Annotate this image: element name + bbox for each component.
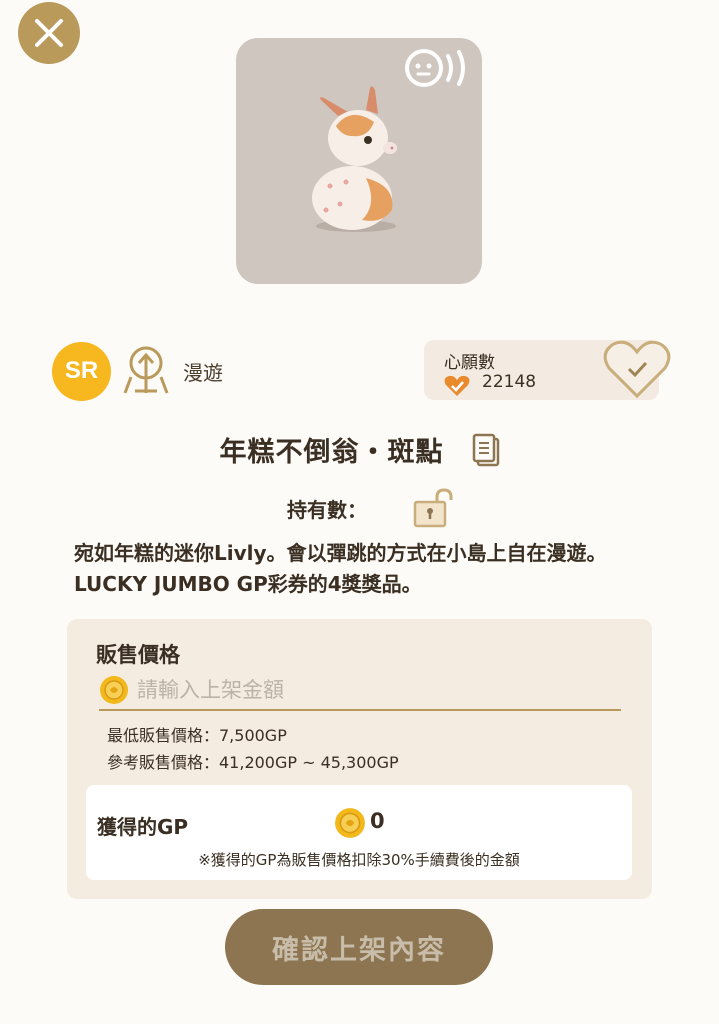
unlock-icon[interactable] [413,488,453,528]
close-icon [35,19,63,47]
price-input[interactable] [135,677,609,703]
confirm-listing-button[interactable]: 確認上架內容 [225,909,493,985]
pet-image-card [236,38,482,284]
min-price-text: 最低販售價格：7,500GP [107,726,287,745]
gp-coin-icon [100,676,128,704]
heart-icon [444,375,470,396]
gp-coin-icon [335,808,365,838]
wishlist-title: 心願數 [444,353,495,373]
copy-icon[interactable] [472,433,500,467]
pet-name-row: 年糕不倒翁・斑點 [0,430,719,469]
close-button[interactable] [18,2,80,64]
roam-icon [123,346,169,394]
wishlist-count: 22148 [482,372,537,392]
sale-price-title: 販售價格 [96,643,180,667]
pet-figure-image [312,86,397,232]
pet-meta-row: SR 漫遊 [52,341,223,401]
pet-name: 年糕不倒翁・斑點 [219,437,444,468]
sale-panel: 販售價格 最低販售價格：7,500GP 參考販售價格：41,200GP ~ 45… [67,619,652,899]
fee-note: ※獲得的GP為販售價格扣除30%手續費後的金額 [198,851,520,869]
behavior-label: 漫遊 [183,360,223,385]
earned-gp-label: 獲得的GP [97,815,189,839]
owned-count-label: 持有數： [287,497,367,522]
earned-gp-box: 獲得的GP 0 ※獲得的GP為販售價格扣除30%手續費後的金額 [86,785,632,880]
voice-sound-icon[interactable] [404,46,474,90]
earned-gp-value: 0 [370,809,385,833]
rarity-badge: SR [52,341,111,401]
heart-check-icon[interactable] [602,338,672,400]
owned-count-row: 持有數： [287,488,453,528]
reference-price-text: 參考販售價格：41,200GP ~ 45,300GP [107,753,399,772]
pet-description: 宛如年糕的迷你Livly。會以彈跳的方式在小島上自在漫遊。LUCKY JUMBO… [74,541,607,596]
price-input-wrapper [99,671,621,711]
